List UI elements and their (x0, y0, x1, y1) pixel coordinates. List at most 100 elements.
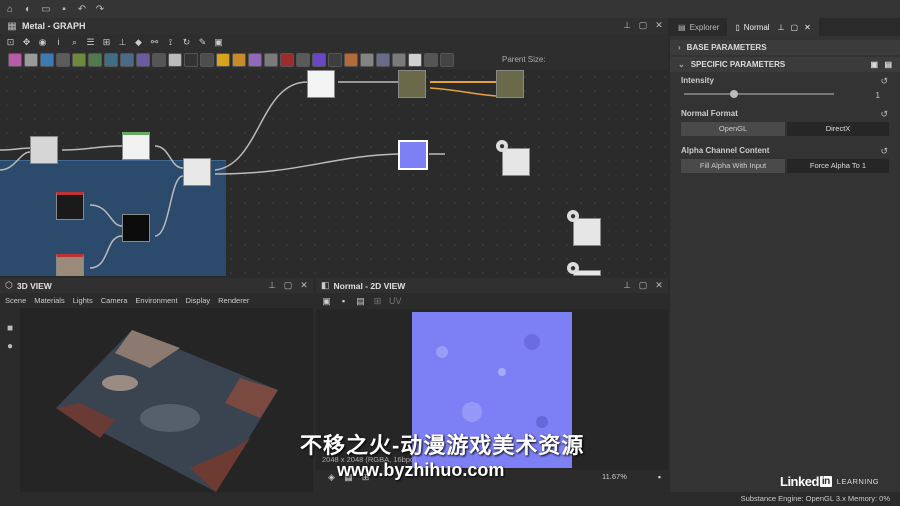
pin-icon[interactable]: ⊥ (622, 280, 632, 290)
folder-icon[interactable]: ▭ (40, 3, 52, 15)
graph-node[interactable] (307, 70, 335, 98)
atomic-node-icon[interactable] (184, 53, 198, 67)
base-parameters-header[interactable]: › BASE PARAMETERS (670, 40, 900, 55)
menu-display[interactable]: Display (186, 296, 211, 305)
info-icon[interactable]: i (53, 37, 64, 48)
atomic-node-icon[interactable] (168, 53, 182, 67)
align-icon[interactable]: ☰ (85, 37, 96, 48)
atomic-node-icon[interactable] (408, 53, 422, 67)
move-icon[interactable]: ✥ (21, 37, 32, 48)
menu-camera[interactable]: Camera (101, 296, 128, 305)
atomic-node-icon[interactable] (8, 53, 22, 67)
atomic-node-icon[interactable] (312, 53, 326, 67)
pin-icon[interactable]: ⊥ (267, 280, 277, 290)
uv-icon[interactable]: ⊞ (372, 296, 383, 307)
output-node[interactable] (502, 148, 530, 176)
maximize-icon[interactable]: ▢ (638, 280, 648, 290)
export-icon[interactable]: ▣ (213, 37, 224, 48)
frame-icon[interactable]: ⊡ (5, 37, 16, 48)
tab-normal[interactable]: ▯ Normal ⊥ ▢ ✕ (727, 18, 819, 36)
atomic-node-icon[interactable] (40, 53, 54, 67)
graph-node[interactable] (398, 70, 426, 98)
menu-scene[interactable]: Scene (5, 296, 26, 305)
close-icon[interactable]: ✕ (654, 20, 664, 30)
open-icon[interactable]: ◐ (22, 3, 34, 15)
atomic-node-icon[interactable] (392, 53, 406, 67)
3d-viewport[interactable] (20, 308, 313, 492)
atomic-node-icon[interactable] (120, 53, 134, 67)
home-icon[interactable]: ⌂ (4, 3, 16, 15)
atomic-node-icon[interactable] (264, 53, 278, 67)
video-camera-icon[interactable]: ■ (4, 322, 16, 334)
grid-icon[interactable]: ⊞ (101, 37, 112, 48)
image-icon[interactable]: ▣ (321, 296, 332, 307)
atomic-node-icon[interactable] (216, 53, 230, 67)
atomic-node-icon[interactable] (88, 53, 102, 67)
zoom-level[interactable]: 11.67% (602, 472, 627, 481)
wrench-icon[interactable]: ✎ (197, 37, 208, 48)
atomic-node-icon[interactable] (328, 53, 342, 67)
light-bulb-icon[interactable]: ● (4, 340, 16, 352)
atomic-node-icon[interactable] (360, 53, 374, 67)
save-icon[interactable]: ▪ (338, 296, 349, 307)
atomic-node-icon[interactable] (376, 53, 390, 67)
redo-icon[interactable]: ↷ (94, 3, 106, 15)
fill-alpha-option[interactable]: Fill Alpha With Input (681, 159, 785, 173)
link-icon[interactable]: ⚯ (149, 37, 160, 48)
atomic-node-icon[interactable] (280, 53, 294, 67)
force-alpha-option[interactable]: Force Alpha To 1 (787, 159, 889, 173)
graph-canvas[interactable]: ● ● ● (0, 70, 668, 276)
normal-node[interactable] (398, 140, 428, 170)
intensity-slider[interactable] (684, 93, 834, 95)
reset-icon[interactable]: ↺ (880, 109, 888, 120)
save-icon[interactable]: ▪ (58, 3, 70, 15)
tab-explorer[interactable]: ▤ Explorer (670, 18, 727, 36)
preset-icon[interactable]: ▣ (870, 60, 878, 69)
pin-icon[interactable]: ⊥ (778, 23, 785, 32)
maximize-icon[interactable]: ▢ (791, 23, 799, 32)
connect-icon[interactable]: ⟟ (165, 37, 176, 48)
reset-icon[interactable]: ↺ (880, 146, 888, 157)
export-icon[interactable]: ▤ (884, 60, 892, 69)
graph-node[interactable] (122, 132, 150, 160)
refresh-icon[interactable]: ↻ (181, 37, 192, 48)
directx-option[interactable]: DirectX (787, 122, 889, 136)
atomic-node-icon[interactable] (248, 53, 262, 67)
menu-renderer[interactable]: Renderer (218, 296, 249, 305)
close-icon[interactable]: ✕ (804, 23, 811, 32)
undo-icon[interactable]: ↶ (76, 3, 88, 15)
atomic-node-icon[interactable] (200, 53, 214, 67)
atomic-node-icon[interactable] (232, 53, 246, 67)
uv-label[interactable]: UV (389, 296, 402, 307)
tree-icon[interactable]: ⊥ (117, 37, 128, 48)
graph-node[interactable] (56, 192, 84, 220)
lock-icon[interactable]: ▪ (654, 472, 665, 483)
atomic-node-icon[interactable] (344, 53, 358, 67)
maximize-icon[interactable]: ▢ (638, 20, 648, 30)
maximize-icon[interactable]: ▢ (283, 280, 293, 290)
graph-node[interactable] (183, 158, 211, 186)
close-icon[interactable]: ✕ (654, 280, 664, 290)
python-icon[interactable]: ◆ (133, 37, 144, 48)
atomic-node-icon[interactable] (440, 53, 454, 67)
layers-icon[interactable]: ◈ (326, 472, 337, 483)
output-node[interactable] (573, 218, 601, 246)
camera-icon[interactable]: ◉ (37, 37, 48, 48)
atomic-node-icon[interactable] (72, 53, 86, 67)
reset-icon[interactable]: ↺ (880, 76, 888, 87)
atomic-node-icon[interactable] (152, 53, 166, 67)
graph-node[interactable] (496, 70, 524, 98)
intensity-value[interactable]: 1 (866, 91, 880, 100)
atomic-node-icon[interactable] (424, 53, 438, 67)
atomic-node-icon[interactable] (136, 53, 150, 67)
specific-parameters-header[interactable]: ⌄ SPECIFIC PARAMETERS ▣ ▤ (670, 57, 900, 72)
pin-icon[interactable]: ⊥ (622, 20, 632, 30)
graph-node[interactable] (30, 136, 58, 164)
menu-environment[interactable]: Environment (135, 296, 177, 305)
atomic-node-icon[interactable] (56, 53, 70, 67)
graph-node[interactable] (122, 214, 150, 242)
atomic-node-icon[interactable] (296, 53, 310, 67)
menu-lights[interactable]: Lights (73, 296, 93, 305)
opengl-option[interactable]: OpenGL (681, 122, 785, 136)
graph-node[interactable] (56, 254, 84, 276)
